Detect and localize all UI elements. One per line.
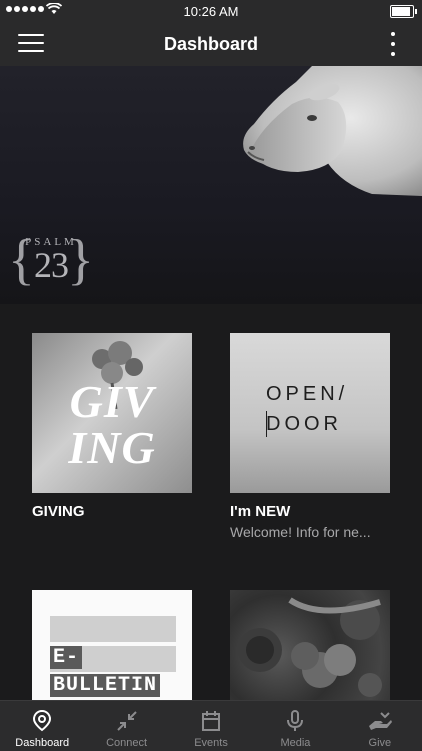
tab-dashboard[interactable]: Dashboard: [0, 701, 84, 751]
thumb-text-line-2: BULLETIN: [50, 674, 161, 697]
more-options-icon[interactable]: [388, 32, 398, 56]
card-subtitle: Welcome! Info for ne...: [230, 524, 371, 540]
collapse-arrows-icon: [116, 711, 137, 731]
card-title: I'm NEW: [230, 503, 291, 520]
tab-give[interactable]: Give: [338, 701, 422, 751]
bulletin-banner: [50, 616, 176, 642]
sheep-image: [243, 66, 422, 196]
tab-events[interactable]: Events: [169, 701, 253, 751]
tab-label: Dashboard: [15, 737, 70, 749]
status-time: 10:26 AM: [183, 4, 239, 19]
card-title: GIVING: [32, 503, 85, 520]
location-pin-icon: [33, 710, 52, 732]
tab-label: Media: [280, 737, 311, 749]
calendar-icon: [202, 711, 221, 731]
thumb-text-line-2: ING: [68, 422, 156, 473]
tab-connect[interactable]: Connect: [84, 701, 168, 751]
card-thumbnail: GIV ING: [32, 333, 192, 493]
hero-banner[interactable]: { } PSALM 23: [0, 66, 422, 304]
tab-label: Connect: [106, 737, 148, 749]
microphone-icon: [287, 710, 304, 731]
tab-bar: Dashboard Connect Events Media Give: [0, 700, 422, 751]
logo-number: 23: [34, 245, 69, 285]
status-bar: 10:26 AM: [0, 0, 422, 22]
navigation-bar: Dashboard: [0, 22, 422, 66]
giving-hand-icon: [368, 712, 392, 730]
vegetables-image: [238, 597, 382, 697]
thumb-text-line-1: E-: [50, 646, 83, 669]
thumb-text-line-2: DOOR: [266, 413, 342, 435]
card-giving[interactable]: GIV ING GIVING: [32, 333, 192, 520]
thumb-text-line-1: OPEN/: [266, 383, 349, 405]
divider: [266, 411, 267, 437]
tab-media[interactable]: Media: [253, 701, 337, 751]
card-im-new[interactable]: OPEN/ DOOR I'm NEW Welcome! Info for ne.…: [230, 333, 390, 540]
battery-icon: [390, 5, 417, 18]
page-title: Dashboard: [163, 34, 259, 54]
tab-label: Events: [194, 737, 228, 749]
card-thumbnail: OPEN/ DOOR: [230, 333, 390, 493]
psalm-23-logo: { } PSALM 23: [8, 230, 94, 294]
tab-label: Give: [368, 737, 392, 749]
